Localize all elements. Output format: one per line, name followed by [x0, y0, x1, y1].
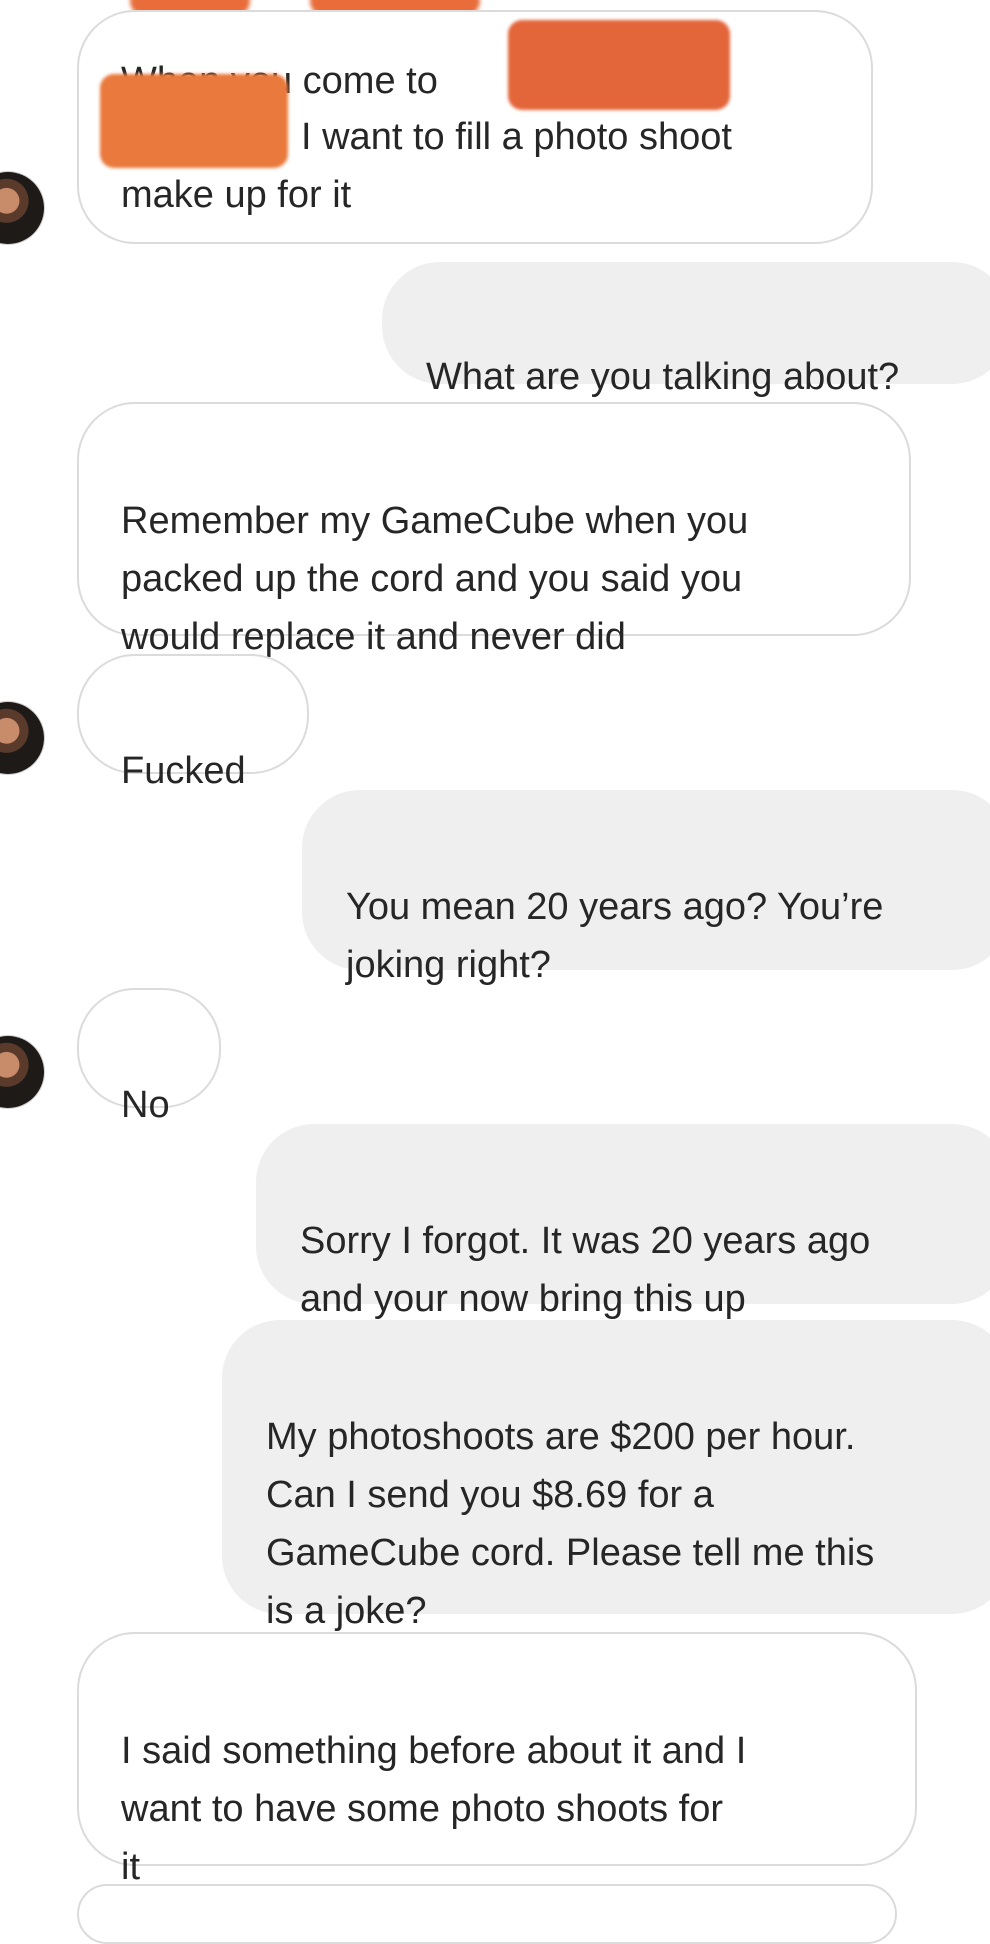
outgoing-message[interactable]: You mean 20 years ago? You’re joking rig… — [302, 790, 990, 986]
message-text: Remember my GameCube when you packed up … — [121, 500, 749, 658]
message-text: Fucked — [121, 750, 246, 792]
incoming-message[interactable] — [77, 1884, 897, 1944]
message-thread: When you come to I want to fill a photo … — [0, 0, 990, 1944]
incoming-message[interactable]: Remember my GameCube when you packed up … — [77, 402, 911, 658]
sender-avatar[interactable] — [0, 702, 44, 774]
redaction-mark — [100, 74, 288, 168]
message-text: What are you talking about? — [426, 356, 900, 398]
message-text: I said something before about it and I w… — [121, 1730, 747, 1888]
message-text: make up for it — [121, 174, 352, 216]
outgoing-message[interactable]: What are you talking about? — [382, 262, 990, 398]
sender-avatar[interactable] — [0, 172, 44, 244]
message-text: My photoshoots are $200 per hour. Can I … — [266, 1416, 875, 1632]
redaction-mark — [508, 20, 730, 110]
outgoing-message[interactable]: My photoshoots are $200 per hour. Can I … — [222, 1320, 990, 1632]
message-text: I want to fill a photo shoot — [301, 116, 732, 158]
incoming-message[interactable]: Fucked — [77, 654, 309, 792]
sender-avatar[interactable] — [0, 1036, 44, 1108]
message-text: No — [121, 1084, 170, 1126]
incoming-message[interactable]: I said something before about it and I w… — [77, 1632, 917, 1888]
message-text: You mean 20 years ago? You’re joking rig… — [346, 886, 884, 986]
outgoing-message[interactable]: Sorry I forgot. It was 20 years ago and … — [256, 1124, 990, 1320]
incoming-message[interactable]: No — [77, 988, 221, 1126]
message-text: Sorry I forgot. It was 20 years ago and … — [300, 1220, 871, 1320]
